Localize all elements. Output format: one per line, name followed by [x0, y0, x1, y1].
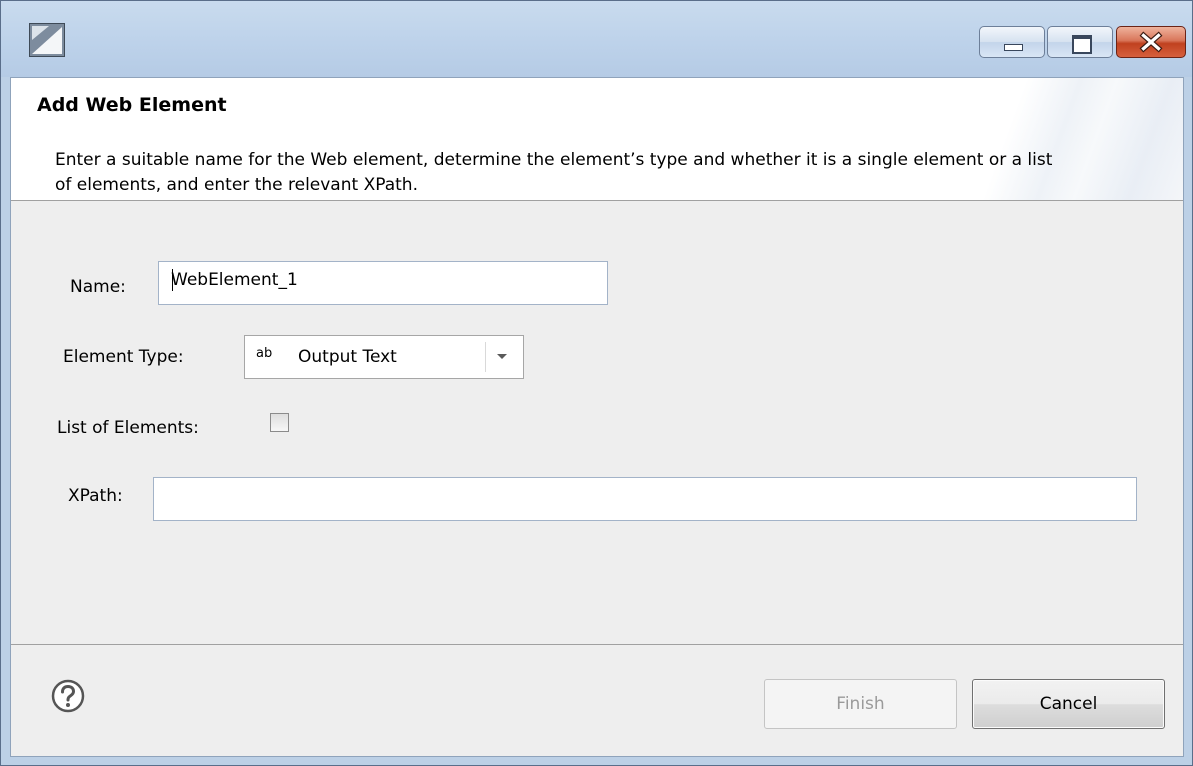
footer-divider: [11, 644, 1183, 645]
close-icon: [1139, 31, 1163, 53]
xpath-input[interactable]: [153, 477, 1137, 521]
cancel-button[interactable]: Cancel: [972, 679, 1165, 729]
app-icon: [29, 23, 65, 57]
xpath-label: XPath:: [68, 486, 123, 506]
text-cursor: [172, 269, 173, 291]
name-input[interactable]: WebElement_1: [158, 261, 608, 305]
list-of-elements-label: List of Elements:: [57, 418, 199, 438]
dialog-header-banner: Add Web Element Enter a suitable name fo…: [11, 78, 1183, 201]
help-icon[interactable]: [51, 679, 85, 713]
chevron-down-icon[interactable]: [496, 350, 508, 362]
element-type-dropdown[interactable]: ab Output Text: [244, 335, 524, 379]
output-text-type-icon: ab: [256, 346, 273, 361]
name-label: Name:: [70, 277, 126, 297]
minimize-icon: [1004, 44, 1023, 51]
dialog-client-area: Add Web Element Enter a suitable name fo…: [10, 77, 1184, 757]
element-type-value: Output Text: [298, 347, 397, 367]
element-type-label: Element Type:: [63, 347, 184, 367]
title-bar[interactable]: [1, 1, 1192, 77]
minimize-button[interactable]: [979, 26, 1045, 58]
dialog-title: Add Web Element: [37, 94, 227, 116]
finish-button[interactable]: Finish: [764, 679, 957, 729]
name-input-value: WebElement_1: [171, 270, 298, 290]
dialog-window: Add Web Element Enter a suitable name fo…: [0, 0, 1193, 766]
close-button[interactable]: [1116, 26, 1186, 58]
maximize-icon: [1072, 35, 1092, 54]
dropdown-separator: [485, 342, 486, 372]
dialog-description: Enter a suitable name for the Web elemen…: [55, 150, 1053, 195]
list-of-elements-checkbox[interactable]: [270, 413, 289, 432]
maximize-button[interactable]: [1047, 26, 1113, 58]
